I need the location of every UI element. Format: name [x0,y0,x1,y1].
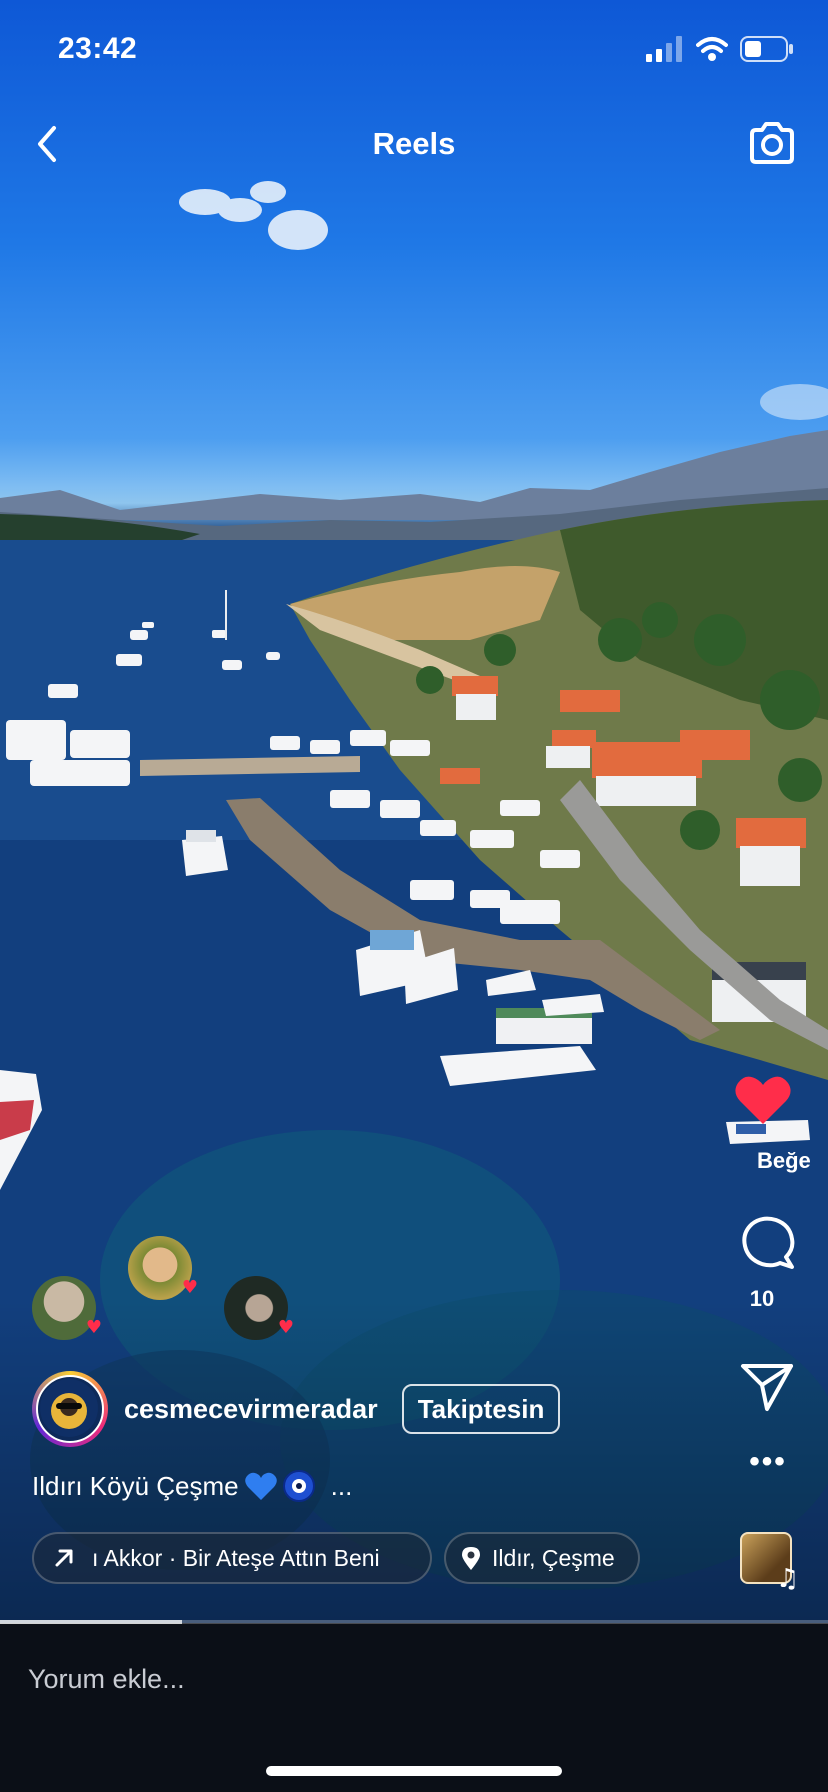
send-icon [741,1364,793,1411]
liker-avatar[interactable]: ♥ [32,1276,102,1340]
cellular-signal-icon [646,36,682,62]
system-icons [646,36,794,62]
heart-icon [735,1076,791,1124]
location-pill[interactable]: Ildır, Çeşme [444,1532,640,1584]
like-label: Beğe [757,1148,811,1173]
share-button[interactable] [740,1362,794,1412]
author-row: cesmecevirmeradar Takiptesin [32,1371,561,1447]
home-indicator [266,1766,562,1776]
location-name: Ildır, Çeşme [492,1544,615,1571]
add-comment-input[interactable]: Yorum ekle... [28,1664,185,1695]
battery-icon [740,36,793,62]
status-bar: 23:42 [0,0,828,100]
nazar-icon [282,1470,315,1502]
heart-icon: ♥ [85,1317,102,1338]
author-username[interactable]: cesmecevirmeradar [124,1394,378,1425]
music-title: ı Akkor · Bir Ateşe Attın Beni [92,1544,380,1571]
comment-count: 10 [749,1286,775,1311]
wifi-icon [696,37,728,61]
caption-text: Ildırı Köyü Çeşme [32,1470,239,1501]
top-navigation: Reels [0,112,828,176]
like-button[interactable] [734,1074,792,1126]
comment-bar: Yorum ekle... [0,1624,828,1792]
author-logo [36,1375,104,1443]
heart-icon: ♥ [277,1317,294,1338]
liker-avatar[interactable]: ♥ [128,1236,198,1300]
author-logo-graphic [40,1379,98,1437]
more-options-button[interactable]: ••• [746,1447,790,1492]
arrow-up-right-icon [55,1549,73,1567]
camera-icon [750,122,794,164]
comment-button[interactable] [740,1215,796,1271]
status-time: 23:42 [58,32,138,65]
liker-avatar[interactable]: ♥ [224,1276,294,1340]
music-pill[interactable]: ı Akkor · Bir Ateşe Attın Beni [32,1532,432,1584]
comment-icon [742,1216,795,1269]
more-icon: ••• [749,1445,787,1478]
following-button[interactable]: Takiptesin [401,1384,561,1434]
music-note-icon: ♫ [776,1564,800,1594]
page-title: Reels [372,126,456,161]
caption[interactable]: Ildırı Köyü Çeşme ... [32,1470,352,1502]
caption-more[interactable]: ... [331,1471,353,1502]
camera-button[interactable] [746,118,798,170]
author-avatar[interactable] [32,1371,108,1447]
location-pin-icon [462,1547,480,1570]
heart-icon: ♥ [181,1277,198,1298]
blue-heart-icon [244,1472,277,1500]
